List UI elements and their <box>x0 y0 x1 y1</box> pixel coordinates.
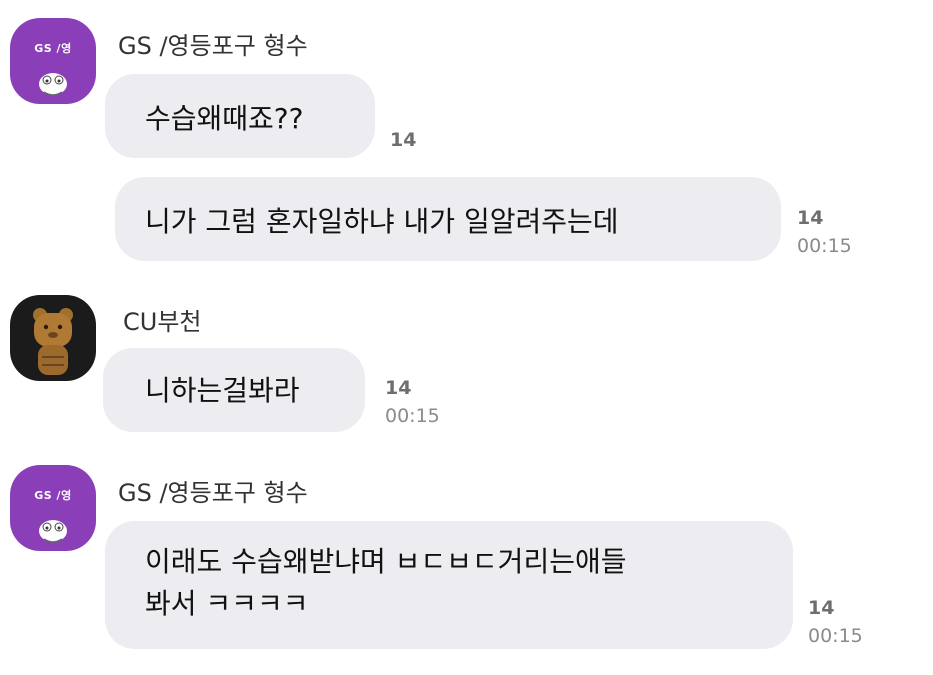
character-icon <box>39 520 67 543</box>
message-bubble[interactable]: 수습왜때죠?? <box>105 74 375 158</box>
message-bubble[interactable]: 니하는걸봐라 <box>103 348 365 432</box>
timestamp: 00:15 <box>808 625 863 647</box>
message-text: 니하는걸봐라 <box>145 374 300 407</box>
message-meta: 14 <box>390 126 416 154</box>
avatar-gs[interactable]: GS /영 <box>10 18 96 104</box>
message-text: 니가 그럼 혼자일하냐 내가 일알려주는데 <box>145 205 619 238</box>
sender-name: CU부천 <box>123 308 202 336</box>
message-meta: 14 00:15 <box>797 204 852 260</box>
timestamp: 00:15 <box>385 405 440 427</box>
message-bubble[interactable]: 이래도 수습왜받냐며 ㅂㄷㅂㄷ거리는애들 봐서 ㅋㅋㅋㅋ <box>105 521 793 649</box>
sender-name: GS /영등포구 형수 <box>118 32 308 60</box>
read-count: 14 <box>797 207 824 229</box>
character-icon <box>39 73 67 96</box>
message-text: 수습왜때죠?? <box>145 102 304 135</box>
message-text-line: 봐서 ㅋㅋㅋㅋ <box>145 587 309 620</box>
message-text-line: 이래도 수습왜받냐며 ㅂㄷㅂㄷ거리는애들 <box>145 545 627 578</box>
read-count: 14 <box>385 377 412 399</box>
message-bubble[interactable]: 니가 그럼 혼자일하냐 내가 일알려주는데 <box>115 177 781 261</box>
avatar-gs[interactable]: GS /영 <box>10 465 96 551</box>
sender-name: GS /영등포구 형수 <box>118 479 308 507</box>
avatar-cu[interactable] <box>10 295 96 381</box>
timestamp: 00:15 <box>797 235 852 257</box>
message-meta: 14 00:15 <box>808 594 863 650</box>
read-count: 14 <box>390 129 417 151</box>
read-count: 14 <box>808 597 835 619</box>
message-meta: 14 00:15 <box>385 374 440 430</box>
bear-icon <box>33 308 73 375</box>
